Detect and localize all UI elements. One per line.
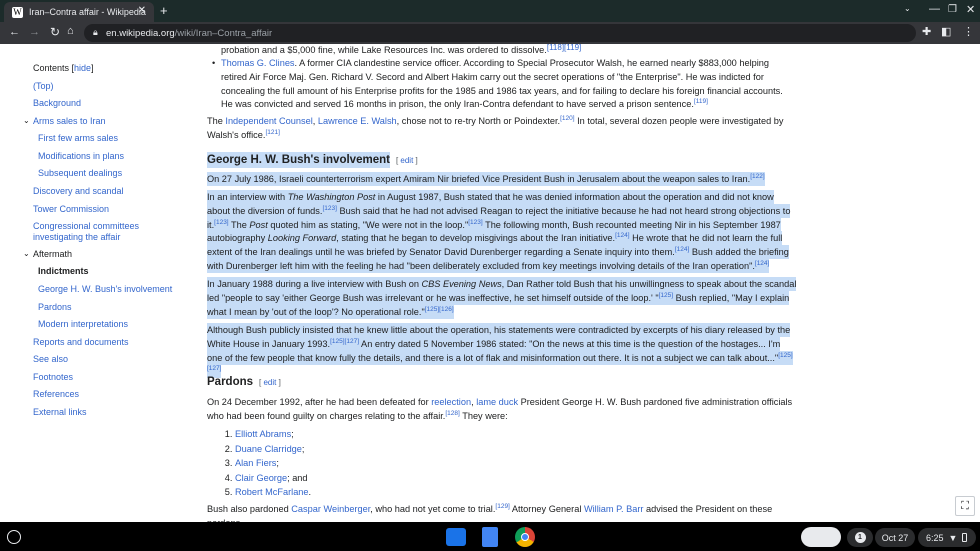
toc-item-arms-sales[interactable]: Arms sales to Iran [33, 116, 106, 126]
walsh-paragraph: The Independent Counsel, Lawrence E. Wal… [207, 114, 784, 140]
new-tab-icon[interactable]: + [160, 3, 168, 18]
restore-icon[interactable]: ❐ [948, 4, 957, 15]
menu-icon[interactable]: ⋮ [963, 25, 974, 38]
list-item: Duane Clarridge; [235, 442, 825, 457]
date-tray[interactable]: Oct 27 [875, 528, 915, 547]
chevron-down-icon[interactable]: ⌄ [23, 116, 30, 125]
section-heading-pardons: Pardons[ edit ] [207, 376, 281, 388]
bush-paragraph-1: On 27 July 1986, Israeli counterterroris… [207, 172, 765, 186]
toc-hide-link[interactable]: hide [74, 63, 91, 73]
edit-link[interactable]: edit [400, 156, 413, 165]
walsh-link[interactable]: Lawrence E. Walsh [318, 116, 397, 126]
toc-item-external-links[interactable]: External links [33, 407, 87, 417]
toc-item-congressional[interactable]: Congressional committees investigating t… [33, 221, 153, 242]
indictment-item-tail: probation and a $5,000 fine, while Lake … [221, 44, 582, 55]
chevron-down-icon[interactable]: ⌄ [23, 249, 30, 258]
indictment-item-clines: • Thomas G. Clines. A former CIA clandes… [212, 58, 783, 110]
wifi-icon: ▼ [948, 532, 958, 543]
close-tab-icon[interactable]: ✕ [138, 5, 146, 16]
page-content: Contents [hide] (Top) Background ⌄ Arms … [0, 44, 980, 522]
clock: 6:25 [926, 532, 944, 543]
toc-item-first-arms-sales[interactable]: First few arms sales [38, 133, 118, 143]
toc-item-pardons[interactable]: Pardons [38, 302, 72, 312]
toc-item-subsequent-dealings[interactable]: Subsequent dealings [38, 168, 122, 178]
toc-item-tower-commission[interactable]: Tower Commission [33, 204, 109, 214]
tab-title: Iran–Contra affair - Wikipedia [29, 7, 146, 17]
files-app-icon[interactable] [446, 528, 466, 546]
clines-link[interactable]: Thomas G. Clines [221, 58, 295, 68]
battery-icon [962, 533, 968, 542]
minimize-icon[interactable]: — [929, 3, 940, 15]
bush-paragraph-2: In an interview with The Washington Post… [207, 190, 791, 273]
toc-item-indictments[interactable]: Indictments [38, 266, 89, 276]
bush-paragraph-4: Although Bush publicly insisted that he … [207, 323, 797, 379]
barr-link[interactable]: William P. Barr [584, 504, 644, 514]
lock-icon: 🔒︎ [93, 27, 98, 37]
close-window-icon[interactable]: ✕ [966, 3, 975, 16]
toc-item-reports[interactable]: Reports and documents [33, 337, 129, 347]
toc-item-background[interactable]: Background [33, 98, 81, 108]
weinberger-paragraph: Bush also pardoned Caspar Weinberger, wh… [207, 502, 773, 522]
edit-link[interactable]: edit [263, 378, 276, 387]
toc-item-top[interactable]: (Top) [33, 81, 54, 91]
pardoned-list: Elliott Abrams; Duane Clarridge; Alan Fi… [235, 427, 825, 500]
section-heading-bush: George H. W. Bush's involvement[ edit ] [207, 152, 418, 168]
toc-item-footnotes[interactable]: Footnotes [33, 372, 73, 382]
bullet: • [212, 58, 216, 68]
person-link[interactable]: Elliott Abrams [235, 429, 291, 439]
tab-search-icon[interactable]: ⌄ [904, 4, 911, 13]
side-panel-icon[interactable]: ◧ [941, 25, 951, 38]
address-bar[interactable]: 🔒︎ en.wikipedia.org/wiki/Iran–Contra_aff… [84, 24, 916, 42]
person-link[interactable]: Clair George [235, 473, 287, 483]
notification-badge[interactable]: 1 [847, 528, 873, 547]
toc-item-aftermath[interactable]: Aftermath [33, 249, 72, 259]
weinberger-link[interactable]: Caspar Weinberger [291, 504, 370, 514]
extensions-icon[interactable]: ✚ [922, 25, 931, 38]
person-link[interactable]: Duane Clarridge [235, 444, 302, 454]
launcher-icon[interactable] [7, 530, 21, 544]
url-domain: en.wikipedia.org [106, 27, 175, 39]
list-item: Alan Fiers; [235, 456, 825, 471]
status-tray[interactable]: 6:25 ▼ [918, 528, 976, 547]
docs-app-icon[interactable] [482, 527, 498, 547]
list-item: Robert McFarlane. [235, 485, 825, 500]
home-icon[interactable]: ⌂ [67, 25, 74, 37]
toc-item-modifications[interactable]: Modifications in plans [38, 151, 124, 161]
list-item: Clair George; and [235, 471, 825, 486]
toc-item-bush-involvement[interactable]: George H. W. Bush's involvement [38, 284, 172, 294]
toc-item-see-also[interactable]: See also [33, 354, 68, 364]
person-link[interactable]: Robert McFarlane [235, 487, 309, 497]
tab-active[interactable]: W Iran–Contra affair - Wikipedia ✕ [4, 2, 154, 22]
person-link[interactable]: Alan Fiers [235, 458, 276, 468]
back-icon[interactable]: ← [9, 26, 20, 38]
toc-item-references[interactable]: References [33, 389, 79, 399]
forward-icon[interactable]: → [29, 26, 40, 38]
reload-icon[interactable]: ↻ [50, 25, 60, 39]
toc-item-modern-interpretations[interactable]: Modern interpretations [38, 319, 128, 329]
toc-item-discovery[interactable]: Discovery and scandal [33, 186, 124, 196]
fullscreen-icon[interactable]: ⛶ [955, 496, 975, 516]
pardons-paragraph: On 24 December 1992, after he had been d… [207, 397, 793, 421]
lame-duck-link[interactable]: lame duck [476, 397, 518, 407]
reelection-link[interactable]: reelection [431, 397, 471, 407]
holding-space-thumbnails[interactable] [801, 527, 841, 547]
reference-links[interactable]: [118][119] [547, 44, 581, 52]
wikipedia-favicon-icon: W [12, 6, 23, 18]
bush-paragraph-3: In January 1988 during a live interview … [207, 277, 797, 319]
url-path: /wiki/Iran–Contra_affair [174, 27, 273, 39]
independent-counsel-link[interactable]: Independent Counsel [225, 116, 312, 126]
tab-strip: W Iran–Contra affair - Wikipedia ✕ + ⌄ —… [0, 0, 980, 22]
list-item: Elliott Abrams; [235, 427, 825, 442]
toc-title: Contents [hide] [33, 63, 94, 73]
chrome-app-icon[interactable] [515, 527, 535, 547]
